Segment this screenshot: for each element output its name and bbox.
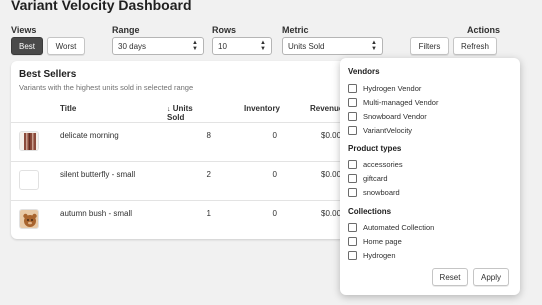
collection-label: Hydrogen [363,250,396,260]
collection-label: Automated Collection [363,222,435,232]
rows-label: Rows [212,25,237,35]
vendor-label: Hydrogen Vendor [363,83,422,93]
vendor-label: Snowboard Vendor [363,111,427,121]
apply-button[interactable]: Apply [473,268,509,286]
vendor-checkbox[interactable]: Snowboard Vendor [348,111,427,121]
collection-label: Home page [363,236,402,246]
collections-heading: Collections [348,207,392,216]
row-units: 8 [206,131,211,140]
checkbox[interactable] [348,236,357,246]
filters-popover: Vendors Hydrogen Vendor Multi-managed Ve… [340,58,520,295]
vendors-heading: Vendors [348,67,380,76]
row-revenue: $0.00 [321,209,342,218]
column-header-inventory[interactable]: Inventory [244,104,280,113]
vendor-checkbox[interactable]: Multi-managed Vendor [348,97,438,107]
collection-checkbox[interactable]: Home page [348,236,402,246]
row-title: autumn bush - small [60,209,133,218]
row-inventory: 0 [272,131,277,140]
column-header-units-label: Units Sold [167,104,193,122]
product-type-checkbox[interactable]: giftcard [348,173,388,183]
refresh-button[interactable]: Refresh [453,37,497,55]
vendor-label: VariantVelocity [363,125,413,135]
range-select-value: 30 days [118,41,147,51]
range-select[interactable]: 30 days ▲ ▼ [112,37,204,55]
checkbox[interactable] [348,97,357,107]
divider [11,200,363,201]
checkbox[interactable] [348,83,357,93]
column-header-title[interactable]: Title [60,104,76,113]
checkbox[interactable] [348,250,357,260]
product-type-label: snowboard [363,187,400,197]
bear-plush-image [20,210,38,228]
rows-select-value: 10 [218,41,227,51]
row-title: delicate morning [60,131,119,140]
chevron-updown-icon: ▲ ▼ [371,40,377,52]
worst-view-button[interactable]: Worst [47,37,85,55]
product-thumbnail [19,209,39,229]
row-units: 1 [206,209,211,218]
range-label: Range [112,25,140,35]
checkbox[interactable] [348,159,357,169]
sort-arrow-icon: ↓ [167,106,171,113]
row-inventory: 0 [272,170,277,179]
row-title: silent butterfly - small [60,170,136,179]
chevron-updown-icon: ▲ ▼ [260,40,266,52]
checkbox[interactable] [348,111,357,121]
collection-checkbox[interactable]: Automated Collection [348,222,434,232]
checkbox[interactable] [348,173,357,183]
vendor-checkbox[interactable]: Hydrogen Vendor [348,83,421,93]
striped-fabric-image [20,132,38,150]
actions-label: Actions [467,25,501,35]
metric-label: Metric [282,25,309,35]
product-type-checkbox[interactable]: accessories [348,159,403,169]
best-sellers-card: Best Sellers Variants with the highest u… [11,61,363,239]
divider [11,161,363,162]
card-title: Best Sellers [19,69,77,80]
collection-checkbox[interactable]: Hydrogen [348,250,396,260]
best-view-button[interactable]: Best [11,37,43,55]
metric-select[interactable]: Units Sold ▲ ▼ [282,37,383,55]
divider [11,122,363,123]
reset-button[interactable]: Reset [432,268,468,286]
product-type-checkbox[interactable]: snowboard [348,187,400,197]
row-revenue: $0.00 [321,131,342,140]
card-subtitle: Variants with the highest units sold in … [19,83,194,92]
product-thumbnail [19,170,39,190]
metric-select-value: Units Sold [288,41,325,51]
vendor-checkbox[interactable]: VariantVelocity [348,125,412,135]
filters-button[interactable]: Filters [410,37,449,55]
product-type-label: giftcard [363,173,388,183]
product-thumbnail [19,131,39,151]
product-types-heading: Product types [348,144,402,153]
row-units: 2 [206,170,211,179]
product-type-label: accessories [363,159,403,169]
checkbox[interactable] [348,125,357,135]
column-header-units[interactable]: ↓ Units Sold [167,104,211,122]
page-title: Variant Velocity Dashboard [11,0,192,13]
checkbox[interactable] [348,222,357,232]
column-header-revenue[interactable]: Revenue [310,104,343,113]
rows-select[interactable]: 10 ▲ ▼ [212,37,272,55]
row-revenue: $0.00 [321,170,342,179]
chevron-updown-icon: ▲ ▼ [192,40,198,52]
row-inventory: 0 [272,209,277,218]
checkbox[interactable] [348,187,357,197]
vendor-label: Multi-managed Vendor [363,97,439,107]
views-label: Views [11,25,37,35]
